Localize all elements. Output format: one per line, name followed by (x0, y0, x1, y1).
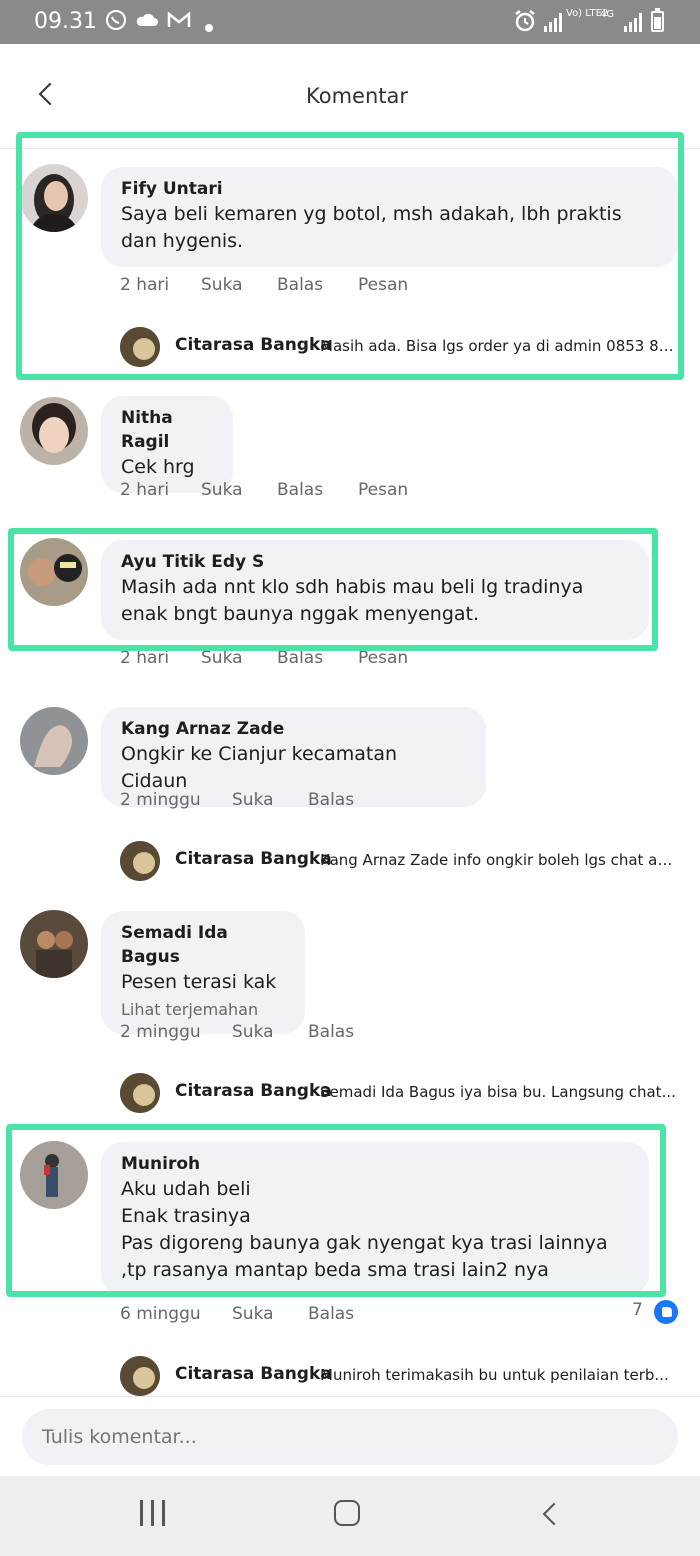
reply-button[interactable]: Balas (277, 480, 323, 500)
notification-dot-icon (204, 14, 214, 38)
comment-time: 2 hari (120, 648, 170, 668)
comment-time: 2 minggu (120, 790, 201, 810)
signal-icon (544, 12, 562, 32)
reply-button[interactable]: Balas (277, 648, 323, 668)
status-time: 09.31 (34, 9, 97, 34)
highlight-box (16, 132, 684, 380)
avatar[interactable] (20, 397, 88, 465)
see-translation-link[interactable]: Lihat terjemahan (121, 998, 285, 1022)
network-type: 4G (600, 9, 615, 20)
comment-time: 2 minggu (120, 1022, 201, 1042)
comment-text: Pesen terasi kak (121, 971, 277, 993)
comment-bubble[interactable]: Nitha Ragil Cek hrg (101, 396, 233, 493)
message-button[interactable]: Pesan (358, 648, 408, 668)
like-button[interactable]: Suka (201, 480, 243, 500)
commenter-name[interactable]: Nitha Ragil (121, 406, 213, 454)
highlight-box (8, 528, 658, 651)
alarm-icon (512, 8, 538, 39)
comment-text: Cek hrg (121, 456, 195, 478)
comment-composer (0, 1396, 700, 1477)
reply-text: Semadi Ida Bagus iya bisa bu. Langsung c… (320, 1083, 676, 1101)
reply-author[interactable]: Citarasa Bangka (175, 849, 332, 869)
highlight-box (6, 1124, 666, 1297)
reply-author[interactable]: Citarasa Bangka (175, 1081, 332, 1101)
recents-icon[interactable] (140, 1500, 166, 1528)
reply-button[interactable]: Balas (308, 790, 354, 810)
gmail-icon (166, 8, 192, 37)
like-button[interactable]: Suka (232, 1304, 274, 1324)
page-avatar[interactable] (120, 1356, 160, 1396)
avatar[interactable] (20, 707, 88, 775)
page-title: Komentar (306, 84, 408, 108)
whatsapp-icon (104, 8, 128, 37)
page-avatar[interactable] (120, 1073, 160, 1113)
comment-bubble[interactable]: Semadi Ida Bagus Pesen terasi kak Lihat … (101, 911, 305, 1034)
reply-text: Muniroh terimakasih bu untuk penilaian t… (320, 1366, 669, 1384)
cloud-icon (134, 8, 160, 37)
reply-preview[interactable]: Citarasa Bangka Muniroh terimakasih bu u… (120, 1356, 690, 1396)
like-button[interactable]: Suka (232, 790, 274, 810)
reply-preview[interactable]: Citarasa Bangka Semadi Ida Bagus iya bis… (120, 1073, 690, 1113)
signal-2-icon (624, 12, 642, 32)
comment-time: 2 hari (120, 480, 170, 500)
comment-text: Ongkir ke Cianjur kecamatan Cidaun (121, 743, 398, 792)
status-bar: 09.31 Vo) LTE2 4G (0, 0, 700, 44)
reply-author[interactable]: Citarasa Bangka (175, 1364, 332, 1384)
system-nav-bar (0, 1476, 700, 1556)
like-button[interactable]: Suka (201, 648, 243, 668)
reply-preview[interactable]: Citarasa Bangka Kang Arnaz Zade info ong… (120, 841, 690, 881)
avatar[interactable] (20, 910, 88, 978)
like-button[interactable]: Suka (232, 1022, 274, 1042)
thumbs-up-icon[interactable] (652, 1298, 680, 1326)
battery-icon (651, 8, 664, 32)
reply-button[interactable]: Balas (308, 1304, 354, 1324)
page-avatar[interactable] (120, 841, 160, 881)
nav-back-icon[interactable] (536, 1500, 564, 1528)
commenter-name[interactable]: Semadi Ida Bagus (121, 921, 285, 969)
message-button[interactable]: Pesan (358, 480, 408, 500)
reply-text: Kang Arnaz Zade info ongkir boleh lgs ch… (320, 851, 676, 869)
like-count[interactable]: 7 (632, 1300, 643, 1320)
reply-button[interactable]: Balas (308, 1022, 354, 1042)
comment-time: 6 minggu (120, 1304, 201, 1324)
commenter-name[interactable]: Kang Arnaz Zade (121, 717, 466, 741)
home-icon[interactable] (334, 1500, 360, 1526)
comment-input[interactable] (22, 1409, 678, 1465)
